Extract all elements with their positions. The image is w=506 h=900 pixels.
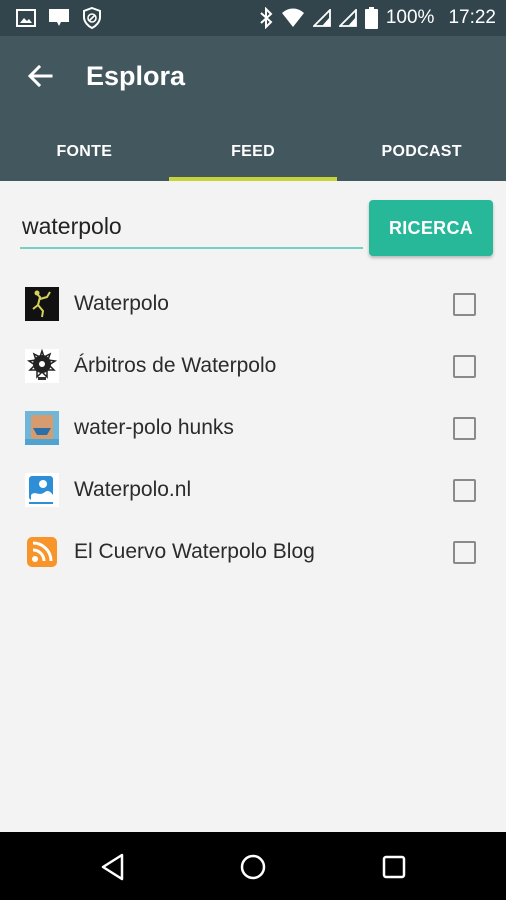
battery-icon <box>364 7 378 29</box>
list-item-checkbox[interactable] <box>453 416 476 440</box>
wifi-icon <box>281 8 305 28</box>
clock: 17:22 <box>448 7 496 28</box>
list-item-label: Árbitros de Waterpolo <box>74 354 277 377</box>
nav-back-button[interactable] <box>96 850 130 884</box>
circle-home-icon <box>240 854 266 880</box>
search-input[interactable] <box>20 205 363 249</box>
arrow-back-icon <box>27 64 53 88</box>
back-button[interactable] <box>22 58 58 94</box>
list-item[interactable]: Waterpolo <box>0 273 506 335</box>
list-item[interactable]: Waterpolo.nl <box>0 459 506 521</box>
app-bar: Esplora FONTE FEED PODCAST <box>0 36 506 181</box>
square-recents-icon <box>382 855 406 879</box>
list-item-checkbox[interactable] <box>453 478 476 502</box>
navigation-bar <box>0 832 506 900</box>
nav-recents-button[interactable] <box>377 850 411 884</box>
signal-icon <box>312 9 331 27</box>
list-item[interactable]: water-polo hunks <box>0 397 506 459</box>
tab-fonte[interactable]: FONTE <box>0 131 169 181</box>
shield-notification-icon <box>82 7 102 29</box>
tab-bar: FONTE FEED PODCAST <box>0 131 506 181</box>
feed-results-list: Waterpolo Árbitros de Waterpolo water-po… <box>0 273 506 583</box>
list-item-label: water-polo hunks <box>74 416 234 439</box>
list-item-checkbox[interactable] <box>453 292 476 316</box>
image-notification-icon <box>16 8 36 28</box>
tab-podcast[interactable]: PODCAST <box>337 131 506 181</box>
nav-home-button[interactable] <box>236 850 270 884</box>
page-title: Esplora <box>86 61 186 91</box>
waterpolo-nl-thumb <box>25 473 59 507</box>
list-item[interactable]: Árbitros de Waterpolo <box>0 335 506 397</box>
list-item-label: Waterpolo <box>74 292 169 315</box>
rss-icon <box>25 535 59 569</box>
waterpolo-feed-thumb <box>25 287 59 321</box>
arbitros-feed-thumb <box>25 349 59 383</box>
signal-icon-2 <box>338 9 357 27</box>
list-item-label: Waterpolo.nl <box>74 478 192 501</box>
search-button[interactable]: RICERCA <box>369 200 493 256</box>
list-item-label: El Cuervo Waterpolo Blog <box>74 540 315 563</box>
hunks-feed-thumb <box>25 411 59 445</box>
status-bar: 100% 17:22 <box>0 0 506 36</box>
message-notification-icon <box>48 8 70 28</box>
triangle-back-icon <box>101 853 124 881</box>
list-item-checkbox[interactable] <box>453 540 476 564</box>
bluetooth-icon <box>259 7 273 29</box>
battery-percent: 100% <box>385 7 435 28</box>
list-item-checkbox[interactable] <box>453 354 476 378</box>
tab-feed[interactable]: FEED <box>168 131 338 181</box>
list-item[interactable]: El Cuervo Waterpolo Blog <box>0 521 506 583</box>
